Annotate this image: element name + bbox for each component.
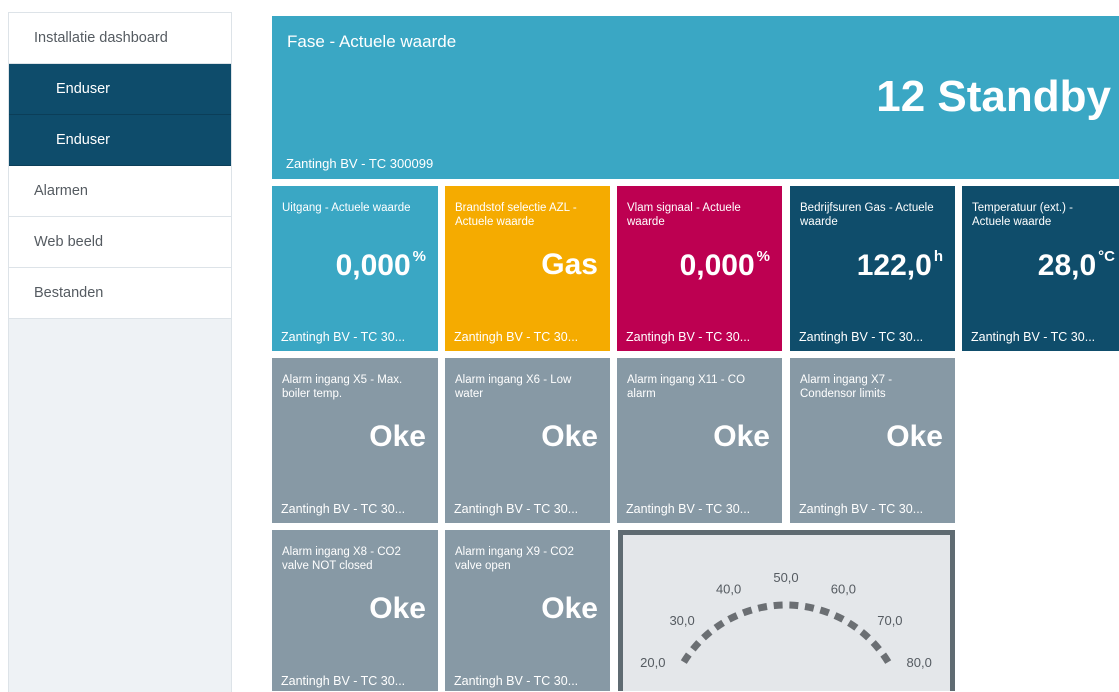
tile-value: Oke <box>886 420 943 453</box>
tile-footer: Zantingh BV - TC 30... <box>799 502 924 516</box>
sidebar-item-web-beeld[interactable]: Web beeld <box>9 217 231 268</box>
tile-title: Vlam signaal - Actuele waarde <box>627 202 741 228</box>
tile-unit: % <box>756 248 770 265</box>
tile-title: Temperatuur (ext.) - Actuele waarde <box>972 202 1073 228</box>
gauge-tick-label: 60,0 <box>831 582 856 597</box>
gauge-tick-label: 50,0 <box>773 570 798 585</box>
gauge-arc-segment <box>757 603 768 612</box>
tile-value: 28,0 °C <box>1037 248 1115 282</box>
sidebar-item-bestanden[interactable]: Bestanden <box>9 268 231 319</box>
tile-value: Gas <box>541 248 598 281</box>
gauge-arc-segment <box>701 629 713 641</box>
sidebar-item-enduser[interactable]: Enduser <box>9 64 231 115</box>
tile-footer: Zantingh BV - TC 30... <box>281 674 406 688</box>
alarm-x5-tile[interactable]: Alarm ingang X5 - Max. boiler temp. Oke … <box>272 358 438 523</box>
tile-value: 122,0 h <box>856 248 943 282</box>
sidebar-item-alarmen[interactable]: Alarmen <box>9 166 231 217</box>
gauge-scale-ticks <box>680 601 892 664</box>
gauge-arc-segment <box>804 603 815 612</box>
alarm-x8-tile[interactable]: Alarm ingang X8 - CO2 valve NOT closed O… <box>272 530 438 691</box>
tile-title: Bedrijfsuren Gas - Actuele waarde <box>800 202 934 228</box>
temperatuur-tile[interactable]: Temperatuur (ext.) - Actuele waarde 28,0… <box>962 186 1119 351</box>
gauge-tile[interactable]: 20,0 30,0 40,0 50,0 60,0 70,0 80,0 <box>618 530 955 691</box>
sidebar: Installatie dashboard Enduser Enduser Al… <box>8 12 232 692</box>
tile-footer: Zantingh BV - TC 30... <box>454 330 579 344</box>
tile-title: Uitgang - Actuele waarde <box>282 202 411 214</box>
gauge-tick-label: 40,0 <box>716 582 741 597</box>
tile-title: Alarm ingang X7 - Condensor limits <box>800 374 893 400</box>
gauge-arc-segment <box>690 640 702 652</box>
tile-value: Oke <box>541 592 598 625</box>
gauge-arc-segment <box>727 612 739 623</box>
gauge-arc-segment <box>680 652 692 664</box>
gauge-arc-segment <box>741 606 753 617</box>
gauge-arc-segment <box>859 629 871 641</box>
alarm-x6-tile[interactable]: Alarm ingang X6 - Low water Oke Zantingh… <box>445 358 610 523</box>
bedrijfsuren-tile[interactable]: Bedrijfsuren Gas - Actuele waarde 122,0 h… <box>790 186 955 351</box>
tile-title: Alarm ingang X9 - CO2 valve open <box>455 546 574 572</box>
tile-value: Oke <box>369 592 426 625</box>
tile-footer: Zantingh BV - TC 30... <box>281 330 406 344</box>
fase-tile[interactable]: Fase - Actuele waarde 12 Standby Zanting… <box>272 16 1119 179</box>
tile-footer: Zantingh BV - TC 30... <box>626 502 751 516</box>
sidebar-item-enduser-2[interactable]: Enduser <box>9 115 231 166</box>
gauge-tick-label: 30,0 <box>669 613 694 628</box>
gauge-arc-segment <box>880 652 892 664</box>
sidebar-item-installatie-dashboard[interactable]: Installatie dashboard <box>9 13 231 64</box>
alarm-x11-tile[interactable]: Alarm ingang X11 - CO alarm Oke Zantingh… <box>617 358 782 523</box>
tile-footer: Zantingh BV - TC 30... <box>626 330 751 344</box>
tile-unit: h <box>933 248 943 265</box>
tile-value: Oke <box>541 420 598 453</box>
tile-value: Oke <box>369 420 426 453</box>
gauge-arc-segment <box>713 619 725 631</box>
tile-footer: Zantingh BV - TC 30... <box>971 330 1096 344</box>
brandstof-tile[interactable]: Brandstof selectie AZL - Actuele waarde … <box>445 186 610 351</box>
tile-footer: Zantingh BV - TC 30... <box>454 502 579 516</box>
alarm-x9-tile[interactable]: Alarm ingang X9 - CO2 valve open Oke Zan… <box>445 530 610 691</box>
tile-value: Oke <box>713 420 770 453</box>
tile-footer: Zantingh BV - TC 30... <box>799 330 924 344</box>
tile-title: Alarm ingang X5 - Max. boiler temp. <box>282 374 403 400</box>
fase-tile-title: Fase - Actuele waarde <box>287 32 457 51</box>
gauge-arc-segment <box>833 612 845 623</box>
vlam-signaal-tile[interactable]: Vlam signaal - Actuele waarde 0,000% Zan… <box>617 186 782 351</box>
tile-title: Alarm ingang X6 - Low water <box>455 374 572 400</box>
tile-unit: % <box>412 248 426 265</box>
gauge-arc-segment <box>870 640 882 652</box>
tile-title: Alarm ingang X11 - CO alarm <box>627 374 746 400</box>
gauge-arc-segment <box>789 601 799 610</box>
gauge-dial: 20,0 30,0 40,0 50,0 60,0 70,0 80,0 <box>623 535 950 691</box>
gauge-tick-label: 20,0 <box>640 655 665 670</box>
uitgang-tile[interactable]: Uitgang - Actuele waarde 0,000% Zantingh… <box>272 186 438 351</box>
gauge-tick-label: 80,0 <box>907 655 932 670</box>
gauge-tick-label: 70,0 <box>877 613 902 628</box>
gauge-arc-segment <box>773 601 783 610</box>
tile-value: 0,000% <box>679 248 770 282</box>
tile-footer: Zantingh BV - TC 30... <box>281 502 406 516</box>
tile-title: Brandstof selectie AZL - Actuele waarde <box>455 202 577 228</box>
fase-tile-footer: Zantingh BV - TC 300099 <box>286 156 434 171</box>
tile-title: Alarm ingang X8 - CO2 valve NOT closed <box>282 546 401 572</box>
gauge-arc-segment <box>819 606 831 617</box>
tile-value: 0,000% <box>335 248 426 282</box>
alarm-x7-tile[interactable]: Alarm ingang X7 - Condensor limits Oke Z… <box>790 358 955 523</box>
fase-tile-value: 12 Standby <box>876 72 1111 121</box>
tile-footer: Zantingh BV - TC 30... <box>454 674 579 688</box>
gauge-scale-labels: 20,0 30,0 40,0 50,0 60,0 70,0 80,0 <box>640 570 932 670</box>
tile-unit: °C <box>1098 248 1115 265</box>
gauge-arc-segment <box>847 619 859 631</box>
gauge-svg: 20,0 30,0 40,0 50,0 60,0 70,0 80,0 <box>640 570 932 670</box>
